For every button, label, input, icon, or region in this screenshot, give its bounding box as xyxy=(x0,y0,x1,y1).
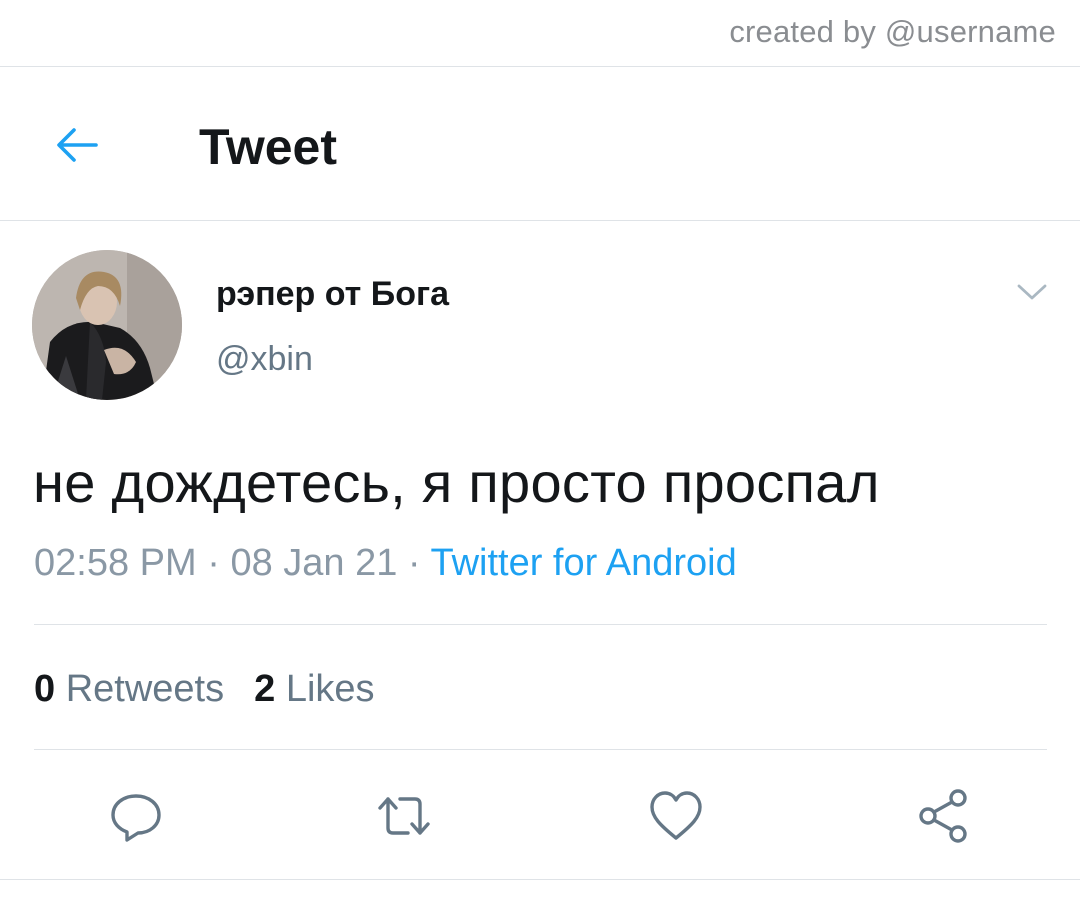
reply-button[interactable] xyxy=(106,786,166,846)
user-handle[interactable]: @xbin xyxy=(216,340,313,379)
divider xyxy=(34,749,1047,750)
tweet-meta: 02:58 PM · 08 Jan 21 · Twitter for Andro… xyxy=(34,542,737,585)
retweets-stat[interactable]: 0 Retweets xyxy=(34,668,224,710)
avatar[interactable] xyxy=(32,250,182,400)
tweet-time: 02:58 PM xyxy=(34,542,197,584)
likes-label: Likes xyxy=(285,668,375,710)
share-button[interactable] xyxy=(914,786,974,846)
meta-separator: · xyxy=(407,542,421,584)
divider xyxy=(34,624,1047,625)
chevron-down-icon xyxy=(1017,284,1047,300)
likes-count: 2 xyxy=(254,668,276,710)
reply-icon xyxy=(111,794,161,842)
tweet-source-link[interactable]: Twitter for Android xyxy=(430,542,736,584)
avatar-photo xyxy=(32,250,182,400)
more-options-button[interactable] xyxy=(1012,276,1052,308)
tweet-page: created by @username Tweet рэпер от Бога… xyxy=(0,0,1080,898)
tweet-text: не дождетесь, я просто проспал xyxy=(33,451,880,514)
divider xyxy=(0,879,1080,880)
retweet-icon xyxy=(378,797,430,835)
credit-text: created by @username xyxy=(729,14,1056,49)
heart-icon xyxy=(650,791,702,840)
divider xyxy=(0,220,1080,221)
retweets-label: Retweets xyxy=(65,668,225,710)
page-title: Tweet xyxy=(199,119,337,175)
arrow-left-icon xyxy=(57,128,98,162)
likes-stat[interactable]: 2 Likes xyxy=(254,668,374,710)
tweet-stats: 0 Retweets 2 Likes xyxy=(34,668,375,711)
like-button[interactable] xyxy=(646,786,706,846)
divider xyxy=(0,66,1080,67)
meta-separator: · xyxy=(207,542,220,584)
tweet-date: 08 Jan 21 xyxy=(230,542,398,584)
share-icon xyxy=(919,789,967,843)
display-name[interactable]: рэпер от Бога xyxy=(216,275,449,314)
retweet-button[interactable] xyxy=(374,786,434,846)
back-button[interactable] xyxy=(44,112,110,178)
retweets-count: 0 xyxy=(34,668,56,710)
